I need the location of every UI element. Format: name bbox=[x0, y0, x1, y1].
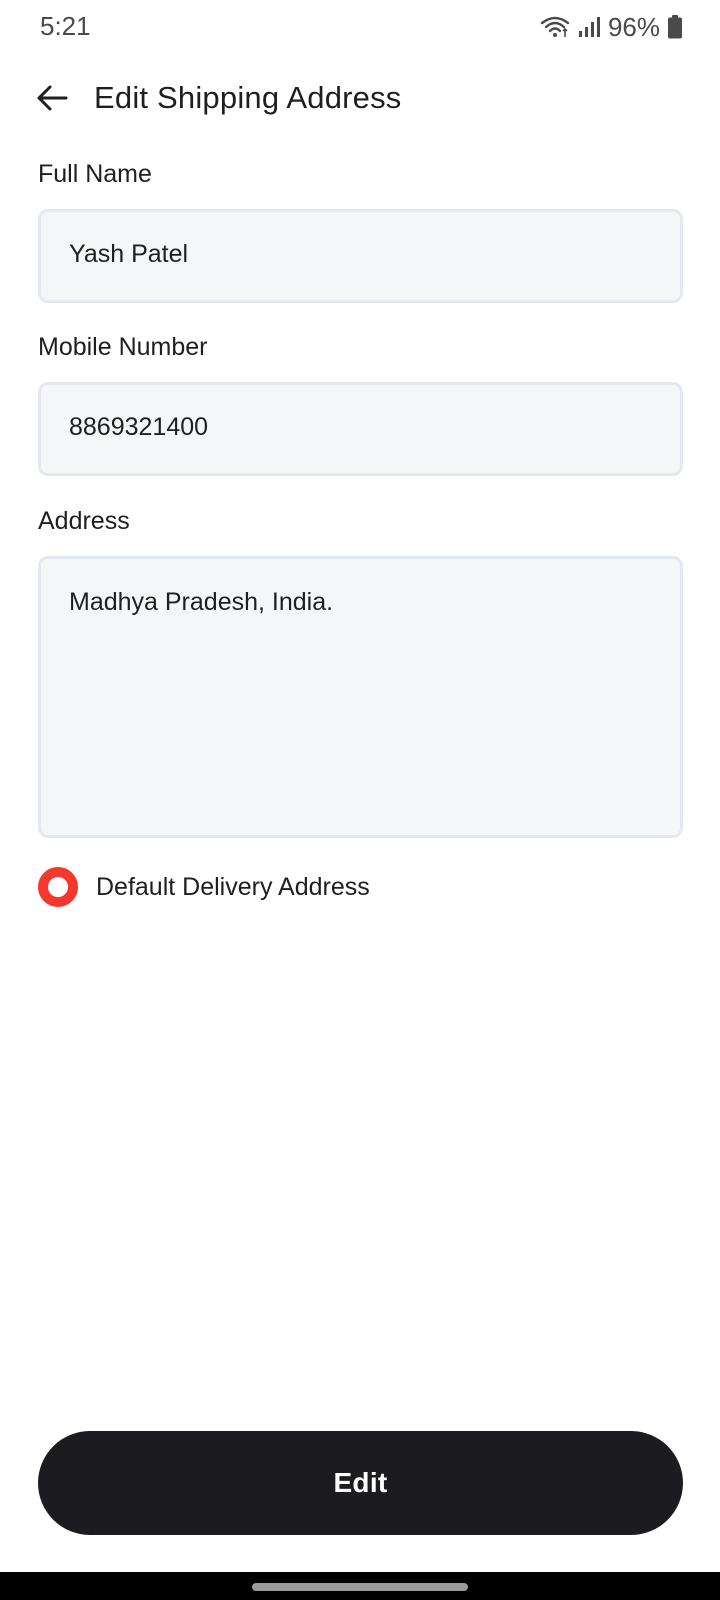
system-nav-bar bbox=[0, 1572, 720, 1600]
wifi-icon bbox=[540, 15, 570, 39]
battery-percentage: 96% bbox=[607, 11, 660, 42]
full-name-field[interactable]: Yash Patel bbox=[38, 209, 683, 303]
radio-selected-icon[interactable] bbox=[38, 867, 78, 907]
back-button[interactable] bbox=[30, 76, 74, 120]
edit-button[interactable]: Edit bbox=[38, 1431, 683, 1535]
address-label: Address bbox=[38, 507, 130, 535]
home-handle[interactable] bbox=[252, 1583, 468, 1591]
edit-button-label: Edit bbox=[333, 1467, 388, 1498]
full-name-value: Yash Patel bbox=[69, 240, 189, 268]
mobile-number-field[interactable]: 8869321400 bbox=[38, 382, 683, 476]
address-value: Madhya Pradesh, India. bbox=[69, 588, 334, 616]
default-delivery-option[interactable]: Default Delivery Address bbox=[38, 864, 370, 910]
signal-icon bbox=[578, 16, 600, 38]
mobile-number-value: 8869321400 bbox=[69, 413, 209, 441]
default-delivery-label: Default Delivery Address bbox=[96, 872, 370, 901]
app-header: Edit Shipping Address bbox=[0, 70, 720, 130]
status-bar: 5:21 96% bbox=[0, 0, 720, 54]
status-icons: 96% bbox=[540, 10, 682, 44]
full-name-label: Full Name bbox=[38, 160, 152, 188]
mobile-number-label: Mobile Number bbox=[38, 333, 208, 361]
arrow-left-icon bbox=[36, 84, 68, 112]
page-title: Edit Shipping Address bbox=[94, 80, 402, 115]
status-time: 5:21 bbox=[40, 11, 91, 41]
battery-icon bbox=[668, 15, 682, 39]
edit-shipping-address-screen: 5:21 96% Edit Shipping Address Full Name… bbox=[0, 0, 720, 1600]
address-field[interactable]: Madhya Pradesh, India. bbox=[38, 556, 683, 838]
